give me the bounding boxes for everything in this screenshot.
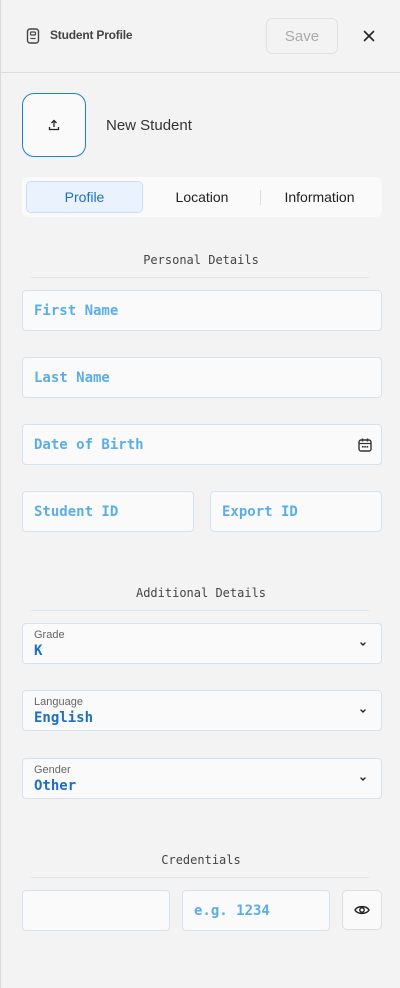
id-card-icon	[26, 28, 40, 44]
student-name: New Student	[106, 117, 192, 134]
grade-value: K	[34, 643, 43, 659]
additional-details-heading: Additional Details	[135, 586, 267, 600]
export-id-placeholder: Export ID	[222, 504, 298, 520]
section-divider	[31, 610, 369, 611]
chevron-down-icon	[360, 642, 366, 646]
save-button[interactable]: Save	[266, 18, 338, 54]
toggle-visibility-button[interactable]	[342, 890, 382, 930]
date-of-birth-field[interactable]: Date of Birth	[22, 424, 382, 465]
tab-location[interactable]: Location	[144, 181, 260, 213]
panel-header: Student Profile Save	[1, 0, 400, 73]
student-id-placeholder: Student ID	[34, 504, 119, 520]
student-profile-panel: Student Profile Save New Student Profile…	[0, 0, 400, 988]
gender-label: Gender	[34, 764, 71, 776]
upload-icon	[48, 119, 60, 131]
personal-details-heading: Personal Details	[143, 253, 259, 267]
gender-value: Other	[34, 778, 77, 794]
pin-placeholder: e.g. 1234	[194, 903, 270, 919]
username-field[interactable]	[22, 890, 170, 931]
last-name-placeholder: Last Name	[34, 370, 110, 386]
gender-select[interactable]: Gender Other	[22, 758, 382, 799]
first-name-field[interactable]: First Name	[22, 290, 382, 331]
grade-label: Grade	[34, 629, 65, 641]
avatar-upload-button[interactable]	[22, 93, 86, 157]
credentials-heading: Credentials	[161, 853, 241, 867]
language-value: English	[34, 710, 94, 726]
export-id-field[interactable]: Export ID	[210, 491, 382, 532]
student-id-field[interactable]: Student ID	[22, 491, 194, 532]
language-select[interactable]: Language English	[22, 690, 382, 731]
profile-tabs: Profile Location Information	[22, 177, 382, 217]
chevron-down-icon	[360, 777, 366, 781]
last-name-field[interactable]: Last Name	[22, 357, 382, 398]
grade-select[interactable]: Grade K	[22, 623, 382, 664]
panel-title: Student Profile	[50, 28, 133, 42]
language-label: Language	[34, 696, 83, 708]
eye-icon	[354, 905, 370, 915]
section-divider	[31, 877, 369, 878]
pin-field[interactable]: e.g. 1234	[182, 890, 330, 931]
section-divider	[31, 277, 369, 278]
close-button[interactable]	[359, 26, 379, 46]
dob-placeholder: Date of Birth	[34, 437, 144, 453]
calendar-icon[interactable]	[357, 437, 373, 453]
tab-profile[interactable]: Profile	[26, 181, 143, 213]
first-name-placeholder: First Name	[34, 303, 119, 319]
close-icon	[363, 30, 375, 42]
chevron-down-icon	[360, 709, 366, 713]
tab-information[interactable]: Information	[261, 181, 378, 213]
